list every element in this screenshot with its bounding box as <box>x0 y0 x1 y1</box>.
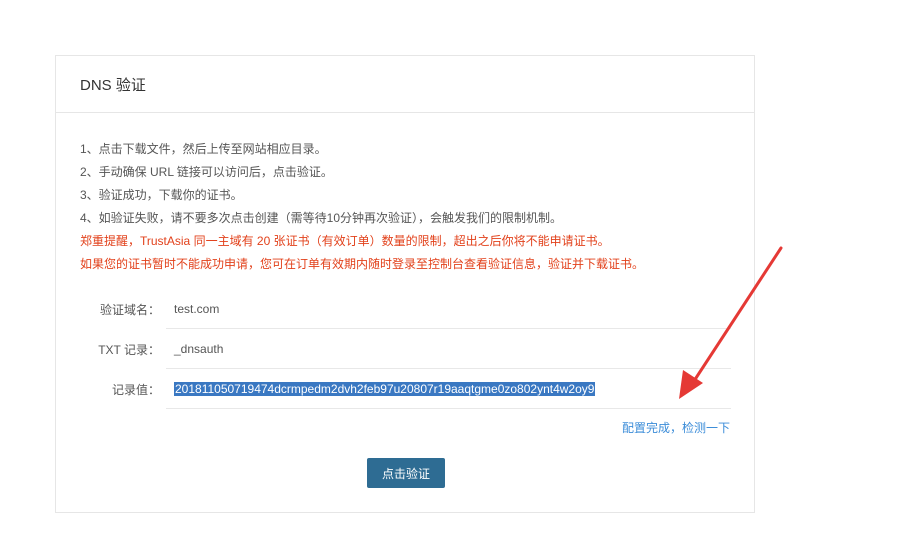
txt-record-label: TXT 记录： <box>98 342 160 357</box>
domain-label: 验证域名： <box>99 302 160 317</box>
warning-text: 郑重提醒，TrustAsia 同一主域有 20 张证书（有效订单）数量的限制，超… <box>80 234 610 248</box>
instruction-item: 2、手动确保 URL 链接可以访问后，点击验证。 <box>80 165 333 179</box>
txt-record-row: TXT 记录： _dnsauth <box>56 329 756 369</box>
record-value-text[interactable]: 201811050719474dcrmpedm2dvh2feb97u20807r… <box>174 381 596 396</box>
instruction-item: 4、如验证失败，请不要多次点击创建（需等待10分钟再次验证），会触发我们的限制机… <box>80 211 563 225</box>
record-value-row: 记录值： 201811050719474dcrmpedm2dvh2feb97u2… <box>56 369 756 409</box>
domain-value[interactable]: test.com <box>166 289 731 329</box>
warning-text: 如果您的证书暂时不能成功申请，您可在订单有效期内随时登录至控制台查看验证信息，验… <box>80 257 645 271</box>
domain-row: 验证域名： test.com <box>56 289 756 329</box>
record-value-field[interactable]: 201811050719474dcrmpedm2dvh2feb97u20807r… <box>166 369 731 409</box>
instruction-item: 1、点击下载文件，然后上传至网站相应目录。 <box>80 142 327 156</box>
card-title: DNS 验证 <box>80 76 146 94</box>
instructions-list: 1、点击下载文件，然后上传至网站相应目录。 2、手动确保 URL 链接可以访问后… <box>80 138 644 276</box>
verify-button[interactable]: 点击验证 <box>367 458 445 488</box>
instruction-item: 3、验证成功，下载你的证书。 <box>80 188 243 202</box>
record-value-label: 记录值： <box>111 382 160 397</box>
card-header: DNS 验证 <box>56 56 754 113</box>
check-config-link[interactable]: 配置完成，检测一下 <box>622 419 730 436</box>
dns-verification-card: DNS 验证 1、点击下载文件，然后上传至网站相应目录。 2、手动确保 URL … <box>55 55 755 513</box>
txt-record-value[interactable]: _dnsauth <box>166 329 731 369</box>
